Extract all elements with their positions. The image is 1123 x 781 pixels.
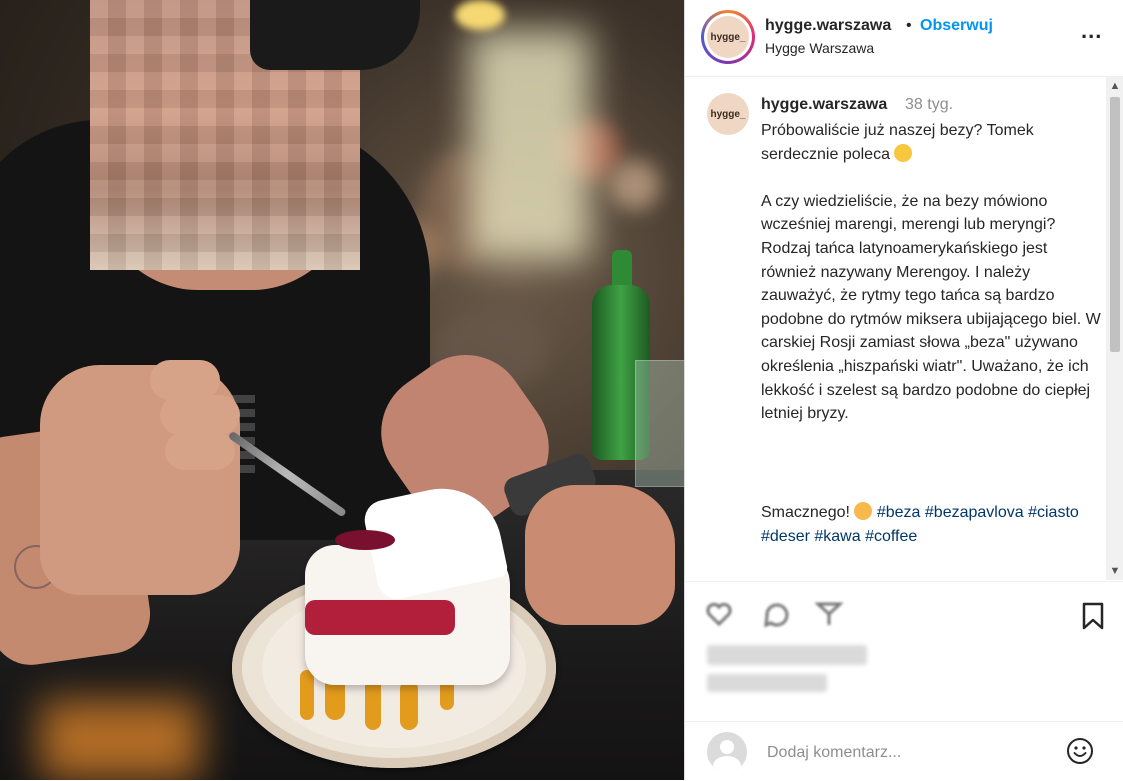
hashtag-link[interactable]: #bezapavlova [925, 504, 1024, 521]
caption-closing: Smacznego! [761, 504, 850, 521]
comment-bar [685, 721, 1123, 781]
hashtag-link[interactable]: #deser [761, 528, 810, 545]
emoji-picker-icon[interactable] [1065, 736, 1095, 766]
user-avatar-icon [707, 732, 747, 772]
caption-text: Próbowaliście już naszej bezy? Tomek ser… [761, 119, 1101, 426]
follow-button[interactable]: Obserwuj [920, 17, 993, 35]
caption-scrollbar[interactable]: ▲ ▼ [1106, 77, 1123, 580]
author-username[interactable]: hygge.warszawa [765, 17, 891, 35]
scroll-down-arrow-icon[interactable]: ▼ [1106, 562, 1123, 580]
more-options-icon[interactable]: ... [1081, 18, 1102, 44]
caption-scroll-area[interactable]: hygge_ hygge.warszawa 38 tyg. Próbowaliś… [685, 77, 1106, 580]
caption-hashtags: Smacznego! #beza #bezapavlova #ciasto #d… [761, 501, 1101, 548]
post-photo [0, 0, 684, 780]
location-link[interactable]: Hygge Warszawa [765, 40, 874, 56]
scroll-up-arrow-icon[interactable]: ▲ [1106, 77, 1123, 95]
share-icon[interactable] [815, 600, 843, 628]
comment-icon[interactable] [763, 600, 791, 628]
comment-input[interactable] [765, 740, 1049, 766]
separator-dot: • [906, 17, 912, 34]
caption-username[interactable]: hygge.warszawa [761, 96, 887, 114]
date-blurred [707, 674, 827, 692]
hashtag-link[interactable]: #coffee [865, 528, 917, 545]
hashtag-link[interactable]: #ciasto [1028, 504, 1079, 521]
avatar[interactable]: hygge_ [701, 10, 755, 64]
post-header: hygge_ hygge.warszawa • Obserwuj Hygge W… [685, 0, 1123, 77]
caption-timestamp[interactable]: 38 tyg. [905, 96, 953, 114]
bookmark-icon[interactable] [1081, 602, 1105, 630]
post-viewer: hygge_ hygge.warszawa • Obserwuj Hygge W… [0, 0, 1123, 780]
scroll-thumb[interactable] [1110, 97, 1120, 352]
heart-icon[interactable] [705, 600, 733, 628]
smiling-hearts-emoji-icon [854, 502, 873, 520]
hashtag-link[interactable]: #beza [877, 504, 921, 521]
caption-avatar[interactable]: hygge_ [707, 93, 749, 135]
hashtag-link[interactable]: #kawa [814, 528, 860, 545]
avatar-logo-text: hygge_ [707, 16, 749, 58]
post-actions [685, 581, 1123, 722]
grin-emoji-icon [894, 143, 913, 162]
caption-body: A czy wiedzieliście, że na bezy mówiono … [761, 192, 1101, 423]
post-side-panel: hygge_ hygge.warszawa • Obserwuj Hygge W… [684, 0, 1123, 780]
likes-count-blurred [707, 645, 867, 665]
